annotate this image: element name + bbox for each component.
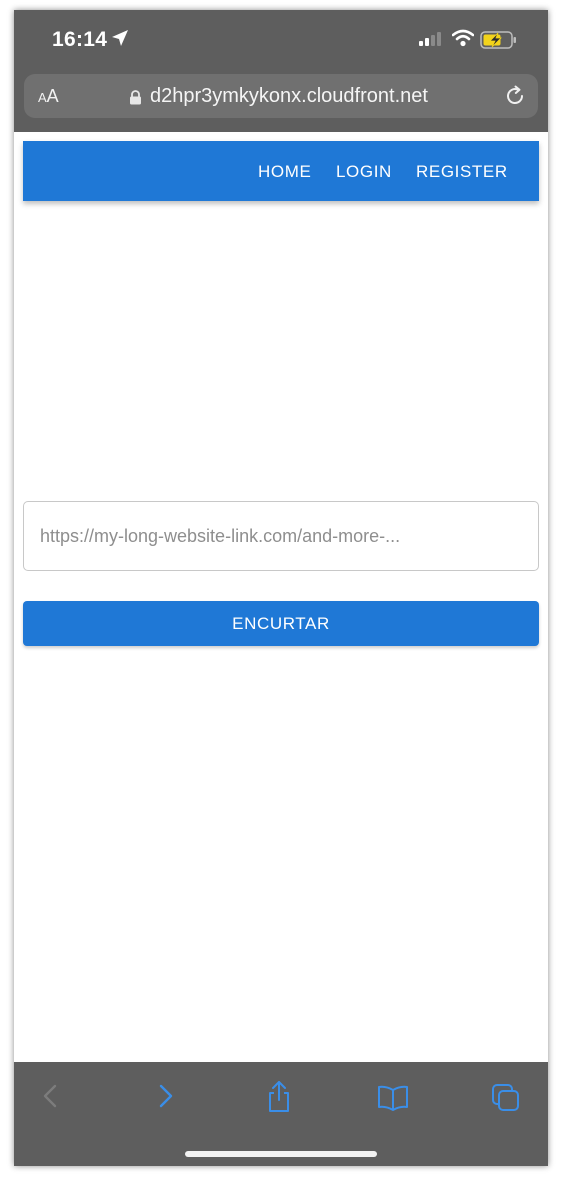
- nav-login-link[interactable]: LOGIN: [336, 162, 392, 182]
- text-size-button[interactable]: AA: [38, 86, 59, 107]
- phone-screen: 16:14 AA d2hpr3ymkykonx.cloudfront.net H…: [14, 10, 548, 1166]
- tabs-icon[interactable]: [491, 1083, 521, 1118]
- browser-toolbar: [14, 1062, 548, 1166]
- location-arrow-icon: [111, 29, 129, 52]
- wifi-icon: [451, 29, 475, 52]
- status-time: 16:14: [52, 28, 108, 51]
- forward-icon[interactable]: [155, 1083, 177, 1114]
- share-icon[interactable]: [265, 1080, 293, 1119]
- status-bar: 16:14: [14, 10, 548, 70]
- shorten-button[interactable]: ENCURTAR: [23, 601, 539, 646]
- home-indicator[interactable]: [185, 1151, 377, 1157]
- long-url-input[interactable]: [23, 501, 539, 571]
- reload-icon[interactable]: [504, 85, 526, 112]
- back-icon[interactable]: [40, 1083, 62, 1114]
- lock-icon: [129, 90, 142, 110]
- battery-charging-icon: [480, 30, 518, 55]
- browser-address-area: AA d2hpr3ymkykonx.cloudfront.net: [14, 70, 548, 132]
- address-url[interactable]: d2hpr3ymkykonx.cloudfront.net: [150, 85, 428, 108]
- address-bar[interactable]: AA d2hpr3ymkykonx.cloudfront.net: [24, 74, 538, 118]
- cellular-signal-icon: [419, 32, 443, 51]
- nav-register-link[interactable]: REGISTER: [416, 162, 508, 182]
- nav-home-link[interactable]: HOME: [258, 162, 311, 182]
- bookmarks-icon[interactable]: [376, 1084, 410, 1117]
- top-navbar: HOME LOGIN REGISTER: [23, 141, 539, 201]
